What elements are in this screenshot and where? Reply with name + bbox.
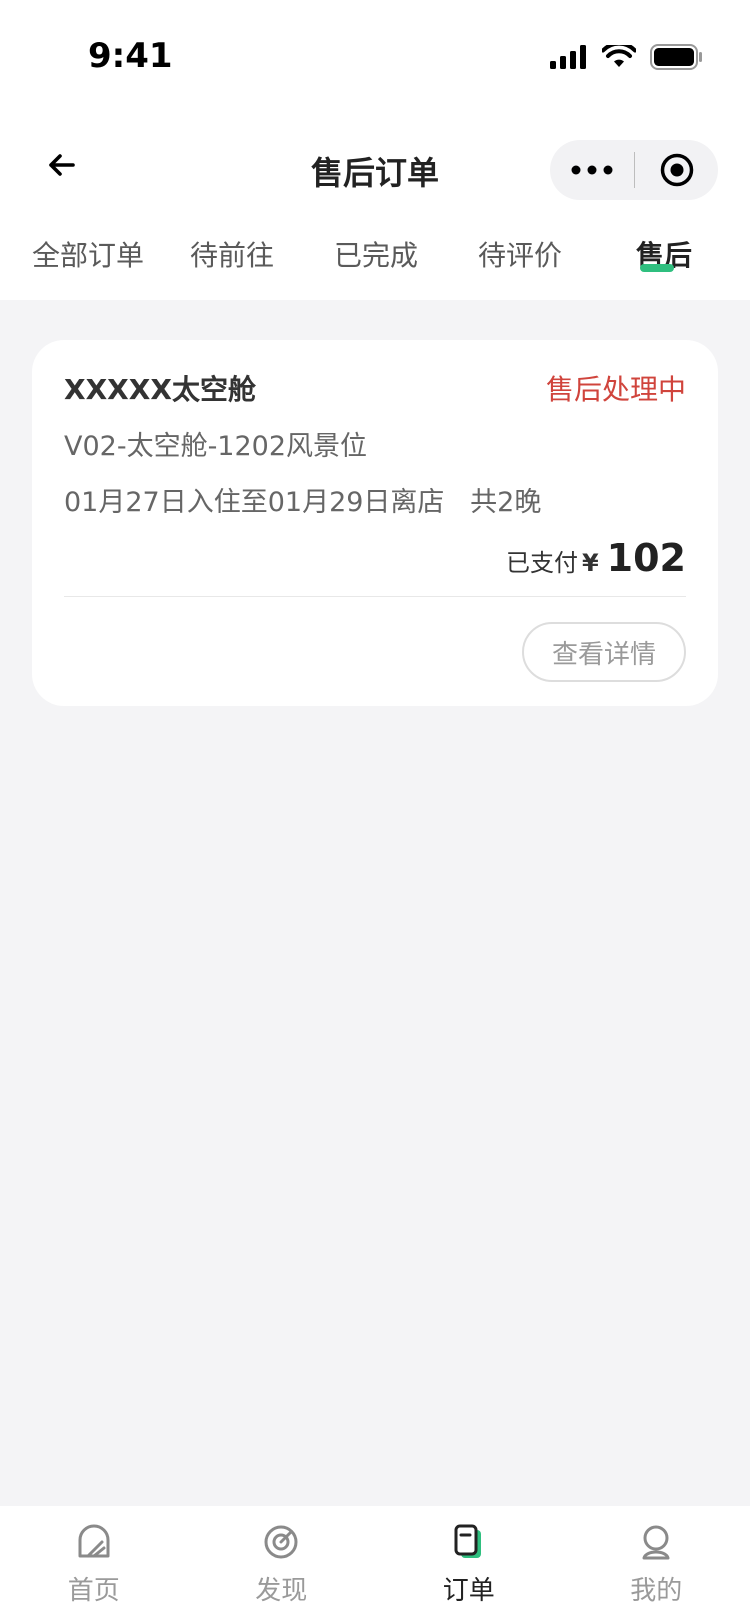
tabbar-label-discover: 发现 — [255, 1576, 308, 1606]
order-hotel-name: XXXXX太空舱 — [64, 373, 256, 406]
order-status-badge: 售后处理中 — [545, 373, 686, 406]
order-room-type: V02-太空舱-1202风景位 — [64, 431, 368, 462]
tab-to-visit[interactable]: 待前往 — [190, 234, 274, 274]
home-icon — [78, 1524, 110, 1558]
tabbar-item-discover[interactable]: 发现 — [188, 1506, 376, 1624]
tabbar-item-orders[interactable]: 订单 — [375, 1506, 563, 1624]
tabbar-label-orders: 订单 — [442, 1576, 495, 1606]
tab-completed[interactable]: 已完成 — [334, 234, 418, 274]
paid-label: 已支付 — [505, 549, 578, 577]
nav-bar: 售后订单 — [0, 110, 750, 220]
discover-icon — [264, 1525, 298, 1559]
wifi-icon — [602, 45, 636, 67]
mini-program-capsule — [550, 140, 718, 200]
order-tabs: 全部订单 待前往 已完成 待评价 售后 — [0, 220, 750, 300]
tabbar-item-profile[interactable]: 我的 — [563, 1506, 750, 1624]
order-stay-dates: 01月27日入住至01月29日离店 共2晚 — [64, 487, 542, 518]
order-price: 已支付 ¥ 102 — [506, 536, 686, 580]
battery-icon — [650, 44, 702, 70]
order-card[interactable]: XXXXX太空舱 售后处理中 V02-太空舱-1202风景位 01月27日入住至… — [32, 340, 718, 706]
active-tab-indicator — [640, 264, 674, 272]
tabbar-item-home[interactable]: 首页 — [0, 1506, 188, 1624]
tabbar-label-profile: 我的 — [630, 1576, 683, 1606]
order-icon — [454, 1524, 481, 1558]
tabbar-label-home: 首页 — [67, 1576, 120, 1606]
more-button[interactable] — [550, 140, 634, 200]
cellular-signal-icon — [550, 45, 586, 69]
view-details-button[interactable]: 查看详情 — [522, 622, 686, 682]
bottom-tab-bar: 首页 发现 订单 我的 — [0, 1506, 750, 1624]
status-time: 9:41 — [88, 36, 173, 76]
tab-to-review[interactable]: 待评价 — [478, 234, 562, 274]
close-mini-program-button[interactable] — [635, 140, 718, 200]
status-bar: 9:41 — [0, 0, 750, 110]
profile-icon — [642, 1525, 670, 1560]
status-icons — [550, 44, 704, 70]
currency-symbol: ¥ — [581, 549, 599, 577]
more-dots-icon — [571, 165, 613, 175]
paid-amount: 102 — [606, 536, 686, 580]
card-divider — [64, 596, 686, 597]
tab-all-orders[interactable]: 全部订单 — [32, 234, 144, 274]
target-circle-icon — [660, 153, 693, 187]
